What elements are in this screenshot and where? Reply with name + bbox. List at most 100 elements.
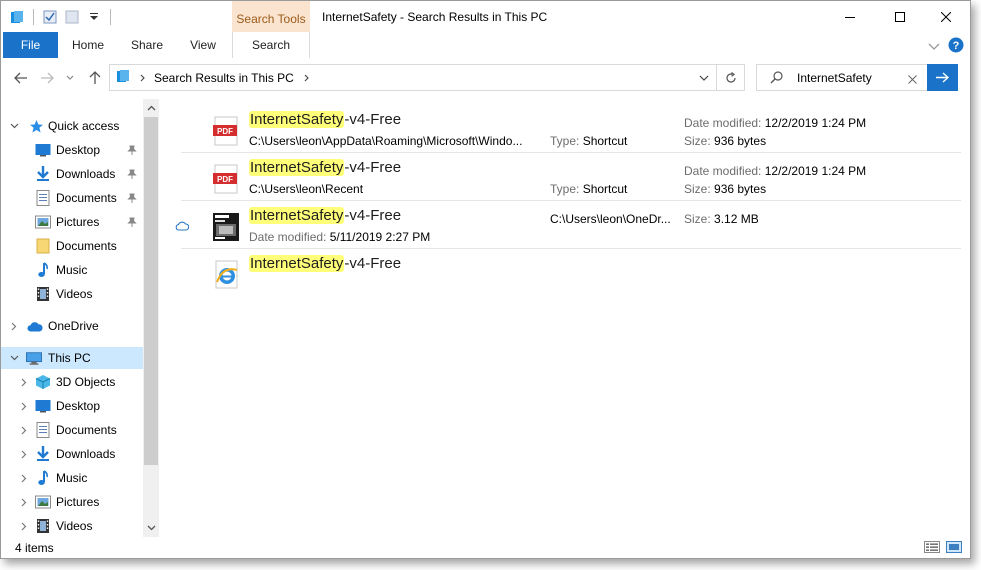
- chevron-down-icon[interactable]: [9, 353, 19, 363]
- help-icon[interactable]: ?: [948, 37, 964, 56]
- tab-search[interactable]: Search: [232, 32, 310, 58]
- nav-scrollbar[interactable]: [143, 99, 159, 537]
- list-item[interactable]: InternetSafety-v4-Free Date modified: 5/…: [175, 201, 961, 249]
- computer-icon: [26, 350, 42, 366]
- ribbon-tabs: File Home Share View Search ?: [1, 32, 970, 58]
- details-view-icon[interactable]: [924, 541, 940, 556]
- address-bar[interactable]: Search Results in This PC: [109, 64, 745, 91]
- close-button[interactable]: [923, 1, 969, 32]
- address-history-button[interactable]: [690, 65, 716, 90]
- chevron-right-icon[interactable]: [19, 425, 29, 435]
- search-results-folder-icon: [116, 69, 130, 86]
- chevron-down-icon: [699, 75, 708, 81]
- item-count: 4 items: [15, 541, 54, 555]
- file-type: Type: Shortcut: [550, 182, 628, 196]
- list-item[interactable]: PDF InternetSafety-v4-Free C:\Users\leon…: [181, 105, 961, 153]
- customize-toolbar-icon[interactable]: [86, 9, 102, 25]
- arrow-right-icon: [936, 72, 949, 83]
- chevron-right-icon[interactable]: [19, 377, 29, 387]
- chevron-right-icon[interactable]: [19, 401, 29, 411]
- file-path: C:\Users\leon\AppData\Roaming\Microsoft\…: [249, 134, 523, 148]
- scroll-down-icon[interactable]: [143, 519, 159, 536]
- music-note-icon: [35, 470, 51, 486]
- pictures-icon: [35, 214, 51, 230]
- film-strip-icon: [35, 518, 51, 534]
- tab-view[interactable]: View: [183, 32, 223, 58]
- nav-item-documents[interactable]: Documents: [1, 187, 143, 209]
- search-query: InternetSafety: [797, 70, 872, 85]
- up-button[interactable]: [85, 68, 105, 88]
- tab-share[interactable]: Share: [126, 32, 168, 58]
- search-input[interactable]: InternetSafety: [756, 64, 928, 91]
- search-results-list: PDF InternetSafety-v4-Free C:\Users\leon…: [159, 99, 971, 539]
- nav-item-videos[interactable]: Videos: [1, 283, 143, 305]
- scroll-thumb[interactable]: [144, 117, 158, 465]
- minimize-button[interactable]: [827, 1, 873, 32]
- forward-button[interactable]: [37, 68, 57, 88]
- nav-item-3d-objects[interactable]: 3D Objects: [1, 371, 143, 393]
- nav-onedrive[interactable]: OneDrive: [1, 315, 143, 337]
- star-icon: [28, 118, 44, 134]
- pin-icon[interactable]: [127, 168, 137, 180]
- pdf-shortcut-icon: PDF: [213, 164, 238, 194]
- nav-item-pc-pictures[interactable]: Pictures: [1, 491, 143, 513]
- name-highlight: InternetSafety: [249, 255, 345, 272]
- expand-ribbon-icon[interactable]: [928, 40, 940, 54]
- breadcrumb-separator-icon[interactable]: [304, 71, 310, 85]
- list-item[interactable]: PDF InternetSafety-v4-Free C:\Users\leon…: [181, 153, 961, 201]
- tab-home[interactable]: Home: [67, 32, 109, 58]
- nav-item-pictures[interactable]: Pictures: [1, 211, 143, 233]
- maximize-button[interactable]: [877, 1, 923, 32]
- nav-item-downloads[interactable]: Downloads: [1, 163, 143, 185]
- file-size: Size: 3.12 MB: [684, 212, 759, 226]
- search-icon: [770, 71, 783, 87]
- chevron-right-icon[interactable]: [9, 321, 19, 331]
- nav-item-music[interactable]: Music: [1, 259, 143, 281]
- file-size: Size: 936 bytes: [684, 134, 767, 148]
- folder-icon: [35, 238, 51, 254]
- chevron-right-icon[interactable]: [19, 521, 29, 531]
- back-button[interactable]: [11, 68, 31, 88]
- onedrive-cloud-icon: [27, 319, 43, 335]
- clear-search-icon[interactable]: [908, 73, 917, 87]
- nav-item-pc-desktop[interactable]: Desktop: [1, 395, 143, 417]
- svg-text:PDF: PDF: [217, 175, 233, 184]
- large-icons-view-icon[interactable]: [946, 541, 962, 556]
- recent-locations-button[interactable]: [63, 68, 77, 88]
- maximize-icon: [895, 11, 905, 22]
- refresh-button[interactable]: [716, 65, 744, 90]
- nav-item-pc-downloads[interactable]: Downloads: [1, 443, 143, 465]
- chevron-right-icon[interactable]: [19, 497, 29, 507]
- name-highlight: InternetSafety: [249, 159, 345, 176]
- file-path: C:\Users\leon\OneDr...: [550, 212, 671, 226]
- search-tools-context-header: Search Tools: [232, 1, 310, 34]
- chevron-right-icon[interactable]: [19, 449, 29, 459]
- name-rest: -v4-Free: [344, 159, 402, 176]
- tab-file[interactable]: File: [3, 32, 58, 58]
- pin-icon[interactable]: [127, 144, 137, 156]
- nav-item-desktop[interactable]: Desktop: [1, 139, 143, 161]
- list-item[interactable]: InternetSafety-v4-Free: [181, 249, 961, 297]
- search-go-button[interactable]: [927, 64, 958, 91]
- documents-icon: [35, 422, 51, 438]
- properties-icon[interactable]: [42, 9, 58, 25]
- nav-item-documents-folder[interactable]: Documents: [1, 235, 143, 257]
- title-bar: Search Tools InternetSafety - Search Res…: [1, 1, 970, 34]
- pin-icon[interactable]: [127, 216, 137, 228]
- pin-icon[interactable]: [127, 192, 137, 204]
- nav-item-pc-videos[interactable]: Videos: [1, 515, 143, 537]
- breadcrumb-separator-icon[interactable]: [140, 71, 146, 85]
- breadcrumb[interactable]: Search Results in This PC: [154, 71, 294, 85]
- music-note-icon: [35, 262, 51, 278]
- navigation-pane: Quick access Desktop Downloads Documents…: [1, 99, 159, 537]
- nav-quick-access[interactable]: Quick access: [1, 115, 143, 137]
- name-rest: -v4-Free: [344, 111, 402, 128]
- scroll-up-icon[interactable]: [143, 99, 159, 116]
- name-highlight: InternetSafety: [249, 207, 345, 224]
- nav-item-pc-documents[interactable]: Documents: [1, 419, 143, 441]
- new-folder-icon[interactable]: [64, 9, 80, 25]
- nav-item-pc-music[interactable]: Music: [1, 467, 143, 489]
- nav-this-pc[interactable]: This PC: [1, 347, 143, 369]
- chevron-right-icon[interactable]: [19, 473, 29, 483]
- chevron-down-icon[interactable]: [9, 121, 19, 131]
